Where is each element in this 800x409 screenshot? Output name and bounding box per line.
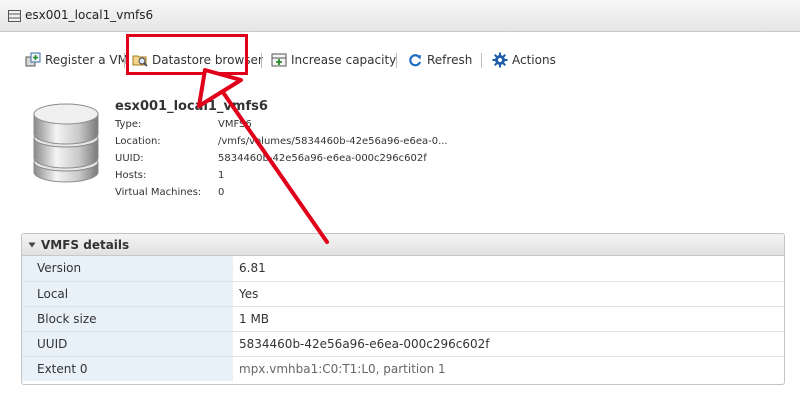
vmfs-details-panel: VMFS details Version 6.81 Local Yes Bloc… xyxy=(21,233,785,385)
increase-capacity-label: Increase capacity xyxy=(291,53,397,67)
register-vm-icon xyxy=(25,52,41,67)
vmfs-details-title: VMFS details xyxy=(41,237,130,252)
datastore-name: esx001_local1_vmfs6 xyxy=(115,99,268,114)
refresh-button[interactable]: Refresh xyxy=(407,52,472,68)
table-row: Block size 1 MB xyxy=(22,306,784,332)
detail-value: 5834460b-42e56a96-e6ea-000c296c602f xyxy=(233,331,784,357)
summary-row: Type: VMFS6 xyxy=(115,116,448,133)
summary-row: Virtual Machines: 0 xyxy=(115,184,448,201)
annotation-highlight-box xyxy=(126,34,248,75)
window-title: esx001_local1_vmfs6 xyxy=(25,8,154,22)
toolbar-separator xyxy=(396,53,397,68)
refresh-icon xyxy=(409,54,422,67)
detail-label: Local xyxy=(22,281,233,307)
table-row: Local Yes xyxy=(22,281,784,307)
refresh-label: Refresh xyxy=(427,53,473,67)
vmfs-details-table: Version 6.81 Local Yes Block size 1 MB U… xyxy=(22,256,784,381)
actions-button[interactable]: Actions xyxy=(492,52,556,68)
summary-row: UUID: 5834460b-42e56a96-e6ea-000c296c602… xyxy=(115,150,448,167)
detail-label: UUID xyxy=(22,331,233,357)
summary-label: Virtual Machines: xyxy=(115,187,202,198)
summary-label: Type: xyxy=(115,119,142,130)
summary-label: Location: xyxy=(115,136,161,147)
toolbar-separator xyxy=(261,53,262,68)
register-vm-label: Register a VM xyxy=(45,53,128,67)
summary-label: UUID: xyxy=(115,153,144,164)
datastore-icon xyxy=(8,10,21,22)
summary-value: 0 xyxy=(218,187,225,198)
summary-label: Hosts: xyxy=(115,170,147,181)
summary-table: Type: VMFS6 Location: /vmfs/volumes/5834… xyxy=(115,116,448,201)
table-row: UUID 5834460b-42e56a96-e6ea-000c296c602f xyxy=(22,331,784,357)
toolbar-separator xyxy=(124,53,125,68)
summary-row: Hosts: 1 xyxy=(115,167,448,184)
summary-row: Location: /vmfs/volumes/5834460b-42e56a9… xyxy=(115,133,448,150)
actions-label: Actions xyxy=(512,53,556,67)
gear-icon xyxy=(492,52,508,68)
detail-value: mpx.vmhba1:C0:T1:L0, partition 1 xyxy=(239,361,446,376)
summary-value: 1 xyxy=(218,170,225,181)
window-titlebar: esx001_local1_vmfs6 xyxy=(0,0,800,32)
datastore-summary: esx001_local1_vmfs6 Type: VMFS6 Location… xyxy=(115,99,448,201)
detail-value: 6.81 xyxy=(233,256,784,282)
toolbar: Register a VM Datastore browser Increase… xyxy=(0,44,800,76)
detail-value: Yes xyxy=(233,281,784,307)
increase-capacity-button[interactable]: Increase capacity xyxy=(271,52,396,68)
summary-value: /vmfs/volumes/5834460b-42e56a96-e6ea-0..… xyxy=(218,136,448,147)
summary-value: 5834460b-42e56a96-e6ea-000c296c602f xyxy=(218,153,427,164)
collapse-triangle-icon[interactable] xyxy=(28,241,36,249)
increase-capacity-icon xyxy=(271,53,287,67)
summary-value: VMFS6 xyxy=(218,119,252,130)
detail-label: Extent 0 xyxy=(22,356,233,381)
detail-label: Version xyxy=(22,256,233,282)
detail-value: 1 MB xyxy=(233,306,784,332)
datastore-graphic xyxy=(33,103,99,183)
register-vm-button[interactable]: Register a VM xyxy=(25,52,128,68)
table-row: Extent 0 mpx.vmhba1:C0:T1:L0, partition … xyxy=(22,356,784,381)
vmfs-details-header[interactable]: VMFS details xyxy=(22,234,784,256)
table-row: Version 6.81 xyxy=(22,256,784,282)
detail-label: Block size xyxy=(22,306,233,332)
toolbar-separator xyxy=(481,53,482,68)
